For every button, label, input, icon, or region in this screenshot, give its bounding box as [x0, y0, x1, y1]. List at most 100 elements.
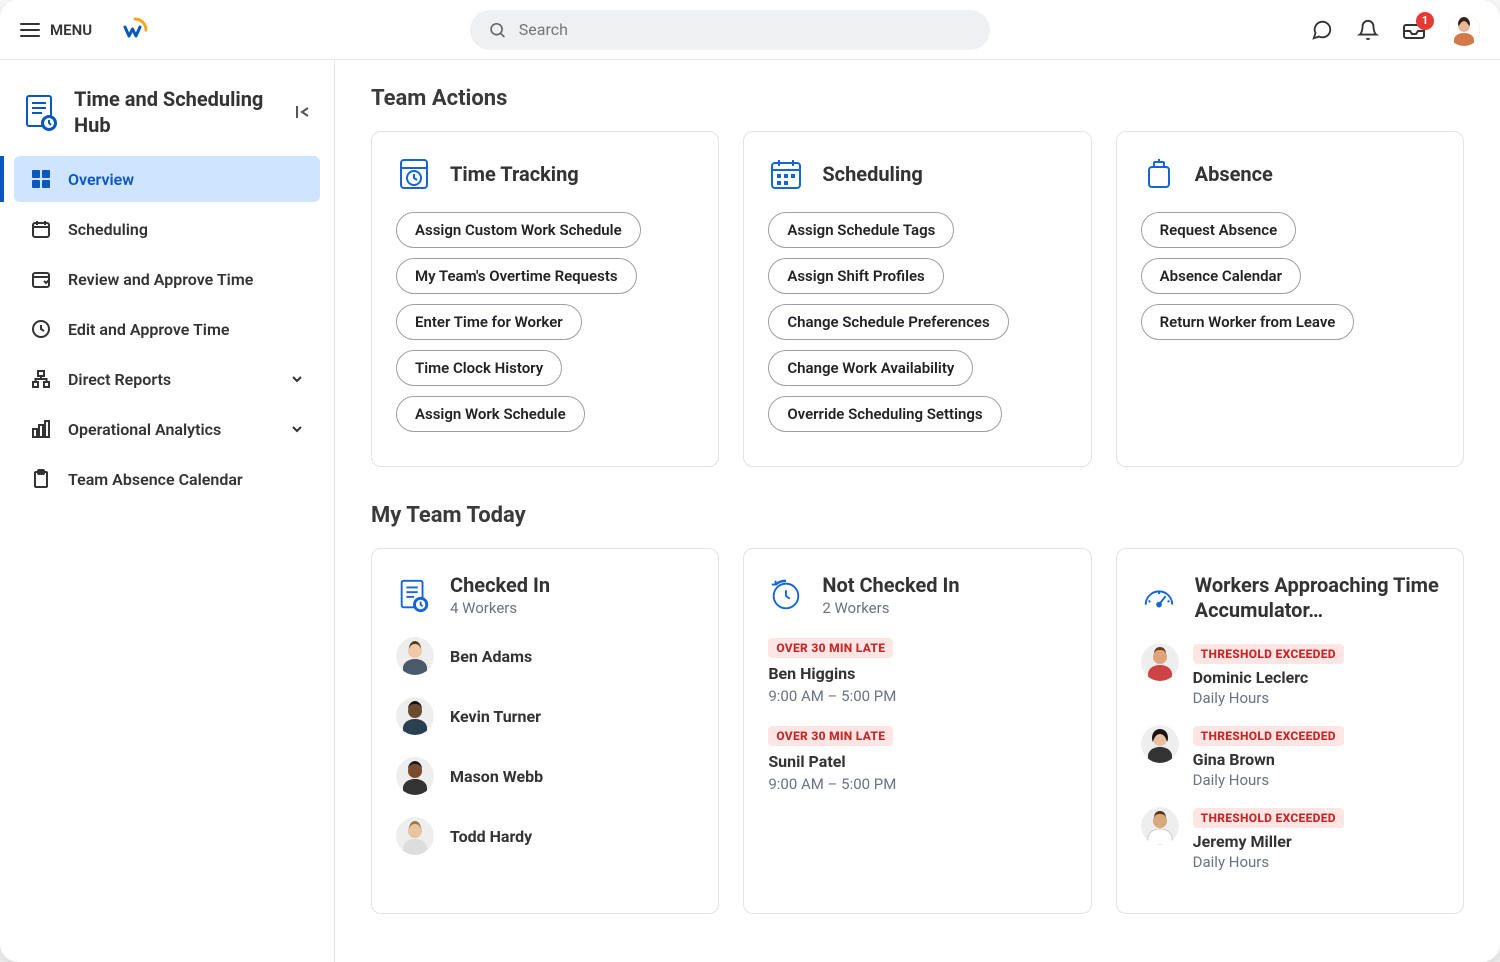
sidebar-item-label: Review and Approve Time [68, 270, 253, 289]
card-subtitle: 4 Workers [450, 599, 550, 617]
worker-avatar [1141, 807, 1179, 845]
worker-row[interactable]: OVER 30 MIN LATE Ben Higgins 9:00 AM – 5… [768, 637, 1066, 705]
checked-in-icon [396, 577, 432, 613]
action-pill[interactable]: Assign Work Schedule [396, 396, 585, 432]
action-pill[interactable]: Assign Shift Profiles [768, 258, 943, 294]
card-title: Workers Approaching Time Accumulator… [1195, 573, 1439, 623]
hamburger-icon [20, 23, 40, 37]
threshold-tag: THRESHOLD EXCEEDED [1193, 726, 1344, 746]
worker-sub: Daily Hours [1193, 689, 1344, 707]
worker-sub: Daily Hours [1193, 853, 1344, 871]
team-actions-title: Team Actions [371, 86, 1464, 111]
notifications-icon[interactable] [1356, 18, 1380, 42]
threshold-tag: THRESHOLD EXCEEDED [1193, 644, 1344, 664]
action-pill[interactable]: Change Work Availability [768, 350, 973, 386]
sidebar-item-operational-analytics[interactable]: Operational Analytics [14, 406, 320, 452]
sidebar-item-label: Scheduling [68, 220, 148, 239]
action-pill[interactable]: Return Worker from Leave [1141, 304, 1355, 340]
org-icon [30, 368, 52, 390]
action-pill[interactable]: Absence Calendar [1141, 258, 1301, 294]
worker-row[interactable]: Kevin Turner [396, 697, 694, 735]
action-pill[interactable]: Time Clock History [396, 350, 562, 386]
topbar: MENU 1 [0, 0, 1500, 60]
search-input[interactable] [519, 20, 972, 39]
worker-row[interactable]: Todd Hardy [396, 817, 694, 855]
action-pill[interactable]: Override Scheduling Settings [768, 396, 1001, 432]
worker-row[interactable]: OVER 30 MIN LATE Sunil Patel 9:00 AM – 5… [768, 725, 1066, 793]
sidebar: Time and Scheduling Hub Overview Schedul… [0, 60, 335, 962]
action-pill[interactable]: Request Absence [1141, 212, 1297, 248]
schedule-range: 9:00 AM – 5:00 PM [768, 687, 1066, 705]
not-checked-in-icon [768, 577, 804, 613]
gauge-icon [1141, 580, 1177, 616]
main-content: Team Actions Time Tracking Assign Custom… [335, 60, 1500, 962]
worker-row[interactable]: Mason Webb [396, 757, 694, 795]
worker-avatar [396, 817, 434, 855]
worker-avatar [396, 757, 434, 795]
clock-icon [30, 318, 52, 340]
analytics-icon [30, 418, 52, 440]
worker-name: Sunil Patel [768, 752, 1066, 771]
sidebar-item-label: Overview [68, 170, 134, 189]
worker-row[interactable]: THRESHOLD EXCEEDED Gina Brown Daily Hour… [1141, 725, 1439, 789]
sidebar-item-edit-approve[interactable]: Edit and Approve Time [14, 306, 320, 352]
card-title: Absence [1195, 162, 1273, 186]
card-title: Not Checked In [822, 573, 959, 597]
inbox-icon[interactable]: 1 [1402, 18, 1426, 42]
worker-name: Mason Webb [450, 767, 543, 786]
sidebar-item-direct-reports[interactable]: Direct Reports [14, 356, 320, 402]
card-scheduling: Scheduling Assign Schedule Tags Assign S… [743, 131, 1091, 467]
action-pill[interactable]: Enter Time for Worker [396, 304, 582, 340]
time-tracking-icon [396, 156, 432, 192]
worker-row[interactable]: Ben Adams [396, 637, 694, 675]
inbox-badge: 1 [1416, 12, 1434, 30]
absence-icon [1141, 156, 1177, 192]
sidebar-item-label: Team Absence Calendar [68, 470, 243, 489]
chevron-down-icon [290, 372, 304, 386]
worker-name: Kevin Turner [450, 707, 541, 726]
action-pill[interactable]: Assign Custom Work Schedule [396, 212, 641, 248]
menu-button[interactable]: MENU [20, 21, 92, 39]
late-tag: OVER 30 MIN LATE [768, 638, 893, 658]
sidebar-item-label: Operational Analytics [68, 420, 221, 439]
sidebar-item-label: Edit and Approve Time [68, 320, 229, 339]
action-pill[interactable]: Assign Schedule Tags [768, 212, 954, 248]
card-subtitle: 2 Workers [822, 599, 959, 617]
sidebar-item-scheduling[interactable]: Scheduling [14, 206, 320, 252]
card-not-checked-in: Not Checked In 2 Workers OVER 30 MIN LAT… [743, 548, 1091, 914]
worker-row[interactable]: THRESHOLD EXCEEDED Dominic Leclerc Daily… [1141, 643, 1439, 707]
my-team-today-title: My Team Today [371, 503, 1464, 528]
clipboard-icon [30, 468, 52, 490]
sidebar-item-team-absence[interactable]: Team Absence Calendar [14, 456, 320, 502]
sidebar-item-review-approve[interactable]: Review and Approve Time [14, 256, 320, 302]
overview-icon [30, 168, 52, 190]
action-pill[interactable]: Change Schedule Preferences [768, 304, 1008, 340]
threshold-tag: THRESHOLD EXCEEDED [1193, 808, 1344, 828]
worker-name: Ben Higgins [768, 664, 1066, 683]
worker-row[interactable]: THRESHOLD EXCEEDED Jeremy Miller Daily H… [1141, 807, 1439, 871]
late-tag: OVER 30 MIN LATE [768, 726, 893, 746]
collapse-sidebar-button[interactable] [294, 103, 312, 121]
card-checked-in: Checked In 4 Workers Ben Adams Kevin Tur… [371, 548, 719, 914]
hub-icon [22, 93, 60, 131]
card-title: Time Tracking [450, 162, 579, 186]
sidebar-title: Time and Scheduling Hub [74, 86, 280, 138]
menu-label: MENU [50, 21, 92, 39]
chat-icon[interactable] [1310, 18, 1334, 42]
action-pill[interactable]: My Team's Overtime Requests [396, 258, 637, 294]
search-bar[interactable] [470, 10, 990, 50]
workday-logo[interactable] [120, 15, 150, 45]
calendar-icon [30, 218, 52, 240]
review-icon [30, 268, 52, 290]
card-title: Scheduling [822, 162, 922, 186]
worker-name: Dominic Leclerc [1193, 668, 1344, 687]
profile-avatar[interactable] [1448, 14, 1480, 46]
sidebar-item-label: Direct Reports [68, 370, 171, 389]
worker-name: Todd Hardy [450, 827, 532, 846]
worker-sub: Daily Hours [1193, 771, 1344, 789]
search-icon [488, 20, 507, 40]
worker-name: Ben Adams [450, 647, 532, 666]
chevron-down-icon [290, 422, 304, 436]
worker-avatar [396, 697, 434, 735]
sidebar-item-overview[interactable]: Overview [14, 156, 320, 202]
